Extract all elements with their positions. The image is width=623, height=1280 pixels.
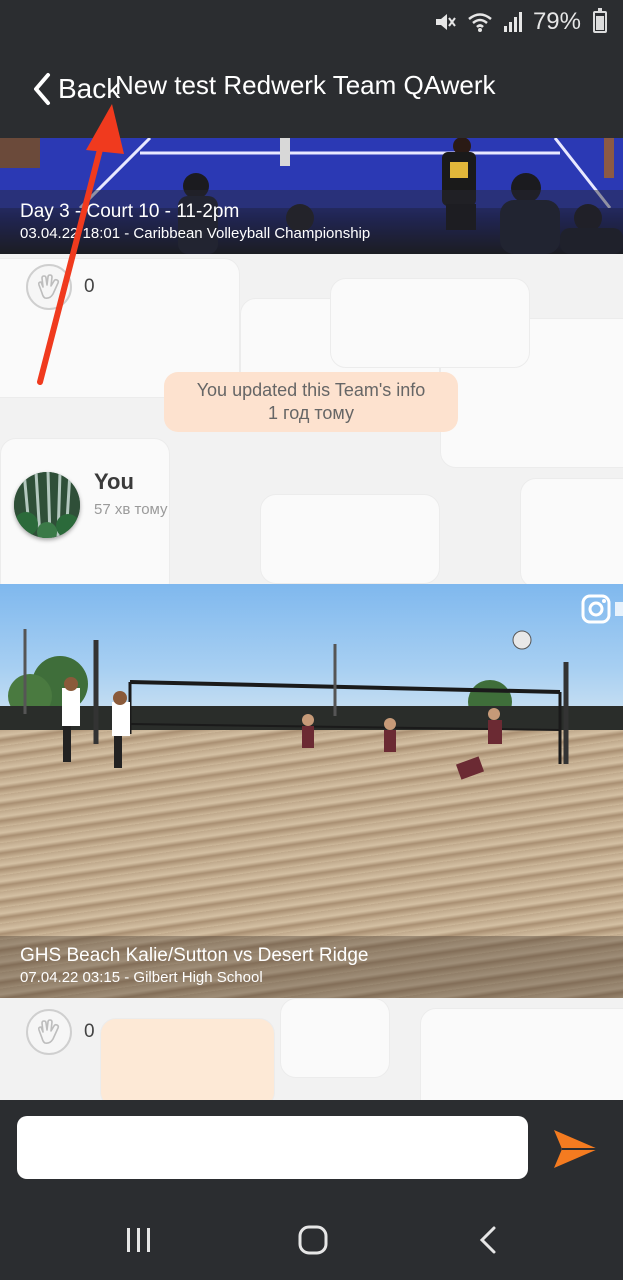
video-post[interactable]: GHS Beach Kalie/Sutton vs Desert Ridge 0… [0,584,623,998]
video-caption: GHS Beach Kalie/Sutton vs Desert Ridge 0… [0,936,623,998]
battery-percent: 79% [532,8,581,35]
team-title: New test Redwerk Team QAwerk [115,70,496,100]
message-composer [0,1100,623,1200]
chat-feed[interactable]: Day 3 - Court 10 - 11-2pm 03.04.22 18:01… [0,138,623,1100]
like-row: 0 [26,1009,95,1055]
video-subtitle: 03.04.22 18:01 - Caribbean Volleyball Ch… [20,225,371,242]
like-button[interactable] [26,264,72,310]
video-title: GHS Beach Kalie/Sutton vs Desert Ridge [20,945,369,966]
system-message-text: You updated this Team's info [196,380,426,400]
chevron-left-icon [34,73,50,105]
video-title: Day 3 - Court 10 - 11-2pm [20,201,240,222]
back-nav-icon[interactable] [476,1222,500,1258]
send-button[interactable] [552,1128,600,1170]
like-row: 0 [26,264,95,310]
battery-icon [593,8,607,33]
mute-icon [435,14,456,30]
status-icons: 79% [433,8,581,36]
clap-hands-icon [37,1019,60,1044]
background-tile [280,998,390,1078]
author-time: 57 хв тому [94,501,168,518]
background-tile [330,278,530,368]
like-button[interactable] [26,1009,72,1055]
video-caption: Day 3 - Court 10 - 11-2pm 03.04.22 18:01… [0,190,623,254]
recent-apps-icon[interactable] [124,1222,154,1258]
system-nav-bar [0,1200,623,1280]
message-author: You 57 хв тому [14,469,594,542]
video-subtitle: 07.04.22 03:15 - Gilbert High School [20,969,263,986]
wifi-icon [468,13,492,32]
back-label: Back [58,73,121,104]
back-button[interactable]: Back [32,72,120,106]
system-message: You updated this Team's info 1 год тому [164,372,458,432]
avatar[interactable] [14,472,80,538]
home-icon[interactable] [296,1222,330,1258]
background-tile [100,1018,275,1100]
signal-icon [503,12,522,32]
like-count: 0 [84,1021,95,1042]
system-message-time: 1 год тому [268,403,354,423]
author-name: You [94,469,134,494]
status-bar: 79% [0,0,623,46]
background-tile [420,1008,623,1100]
waterfall-avatar-image [14,472,80,538]
video-post[interactable]: Day 3 - Court 10 - 11-2pm 03.04.22 18:01… [0,138,623,254]
chat-header: Back New test Redwerk Team QAwerk [0,46,623,138]
camera-icon[interactable] [579,592,623,626]
clap-hands-icon [37,274,60,299]
like-count: 0 [84,276,95,297]
message-input[interactable] [17,1116,528,1179]
